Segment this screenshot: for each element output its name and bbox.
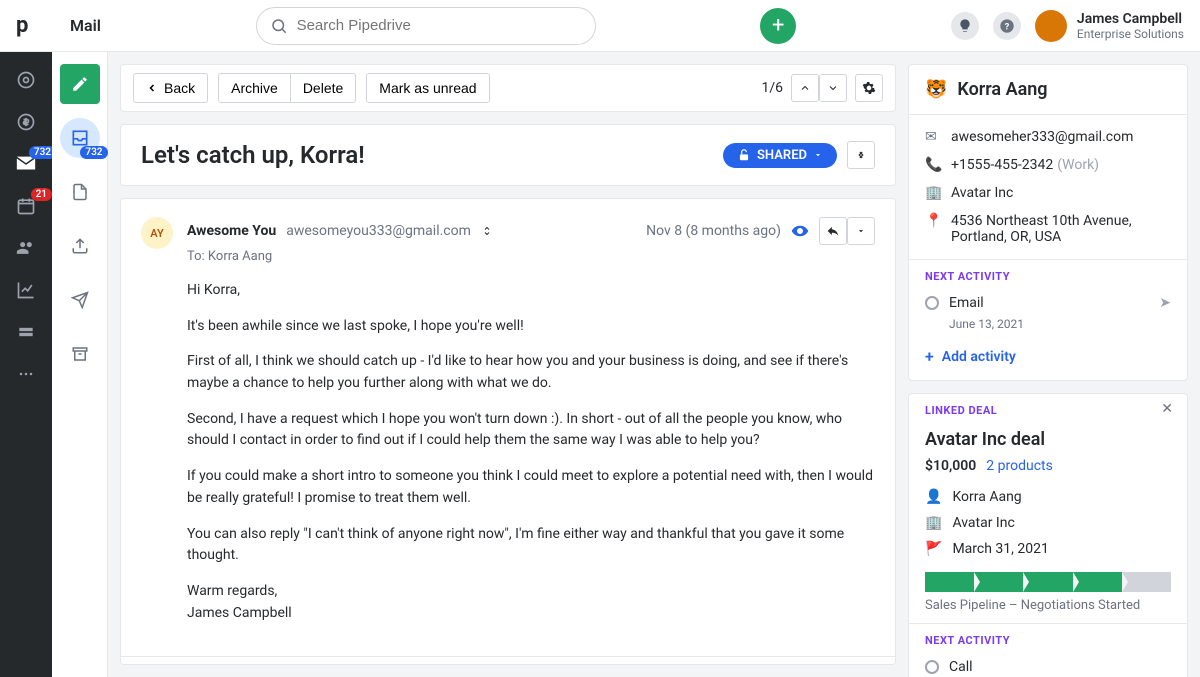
- contact-name[interactable]: Korra Aang: [957, 79, 1047, 100]
- deal-date: March 31, 2021: [952, 541, 1048, 557]
- flag-icon: 🚩: [925, 541, 942, 557]
- sender-email: awesomeyou333@gmail.com: [286, 223, 471, 239]
- send-icon[interactable]: ➤: [1159, 295, 1171, 311]
- user-name: James Campbell: [1077, 11, 1184, 27]
- message-date: Nov 8 (8 months ago): [646, 223, 781, 239]
- activity-item[interactable]: Email ➤: [909, 289, 1187, 317]
- shared-button[interactable]: SHARED: [723, 143, 837, 168]
- topbar: p Mail + ? James Campbell Enterprise Sol…: [0, 0, 1200, 52]
- deal-org[interactable]: Avatar Inc: [952, 515, 1014, 531]
- user-menu[interactable]: James Campbell Enterprise Solutions: [1035, 10, 1184, 42]
- message-item: AY Awesome You awesomeyou333@gmail.com N…: [121, 199, 895, 657]
- message-list: AY Awesome You awesomeyou333@gmail.com N…: [120, 198, 896, 665]
- reply-button[interactable]: [819, 217, 847, 245]
- archive-button[interactable]: Archive: [218, 73, 291, 103]
- mail-subrail: 732: [52, 52, 108, 677]
- deal-products-link[interactable]: 2 products: [986, 458, 1053, 474]
- phone-icon: 📞: [925, 157, 941, 173]
- archive-nav-button[interactable]: [60, 334, 100, 374]
- pipeline-label: Sales Pipeline – Negotiations Started: [909, 596, 1187, 623]
- sent-button[interactable]: [60, 280, 100, 320]
- tracked-icon[interactable]: [791, 222, 809, 240]
- pipeline-stages[interactable]: [909, 562, 1187, 596]
- drafts-button[interactable]: [60, 172, 100, 212]
- deal-title[interactable]: Avatar Inc deal: [909, 423, 1187, 456]
- unlink-deal-button[interactable]: ✕: [1161, 401, 1173, 417]
- reply-menu-button[interactable]: [847, 217, 875, 245]
- mark-unread-button[interactable]: Mark as unread: [366, 73, 489, 103]
- sender-name: Awesome You: [187, 223, 276, 239]
- sender-avatar: AY: [141, 217, 173, 249]
- tips-icon[interactable]: [951, 12, 979, 40]
- person-icon: 👤: [925, 489, 942, 505]
- message-body: Hi Korra,It's been awhile since we last …: [187, 280, 875, 624]
- compose-button[interactable]: [60, 64, 100, 104]
- search-icon: [270, 17, 288, 35]
- products-icon[interactable]: [14, 320, 38, 344]
- deal-person[interactable]: Korra Aang: [952, 489, 1021, 505]
- app-logo[interactable]: p: [16, 13, 52, 38]
- contacts-icon[interactable]: [14, 236, 38, 260]
- add-activity-button[interactable]: +Add activity: [909, 339, 1187, 380]
- subject-bar: Let's catch up, Korra! SHARED: [120, 124, 896, 186]
- settings-button[interactable]: [855, 74, 883, 102]
- deal-value: $10,000: [925, 458, 976, 474]
- activity-item[interactable]: Call: [909, 653, 1187, 677]
- inbox-badge: 732: [80, 146, 107, 159]
- next-button[interactable]: [819, 74, 847, 102]
- inbox-button[interactable]: 732: [60, 118, 100, 158]
- linked-deal-title: LINKED DEAL: [909, 394, 1013, 423]
- calendar-icon[interactable]: 21: [14, 194, 38, 218]
- collapse-button[interactable]: [847, 141, 875, 169]
- back-button[interactable]: Back: [133, 73, 208, 103]
- delete-button[interactable]: Delete: [291, 73, 356, 103]
- insights-icon[interactable]: [14, 278, 38, 302]
- contact-email[interactable]: awesomeher333@gmail.com: [951, 129, 1133, 145]
- thread-position: 1/6: [761, 80, 783, 96]
- search-input[interactable]: [256, 7, 596, 45]
- thread-toolbar: Back Archive Delete Mark as unread 1/6: [120, 64, 896, 112]
- expand-details-icon[interactable]: [481, 224, 493, 238]
- email-icon: ✉: [925, 129, 941, 145]
- message-to: To: Korra Aang: [187, 249, 875, 264]
- thread-subject: Let's catch up, Korra!: [141, 141, 365, 169]
- contact-avatar-icon: 🐯: [925, 79, 947, 100]
- mail-icon[interactable]: 732: [14, 152, 38, 176]
- activity-date: June 13, 2021: [933, 317, 1187, 339]
- compose-fab[interactable]: +: [760, 8, 796, 44]
- deal-next-activity-title: NEXT ACTIVITY: [909, 624, 1187, 653]
- contact-address: 4536 Northeast 10th Avenue, Portland, OR…: [951, 213, 1171, 245]
- building-icon: 🏢: [925, 515, 942, 531]
- help-icon[interactable]: ?: [993, 12, 1021, 40]
- contact-sidebar: 🐯 Korra Aang ✉ awesomeher333@gmail.com 📞 +…: [908, 52, 1200, 677]
- avatar: [1035, 10, 1067, 42]
- outbox-button[interactable]: [60, 226, 100, 266]
- prev-button[interactable]: [791, 74, 819, 102]
- user-subtitle: Enterprise Solutions: [1077, 27, 1184, 41]
- phone-label: (Work): [1057, 157, 1099, 173]
- radio-icon[interactable]: [925, 296, 939, 310]
- deals-icon[interactable]: [14, 110, 38, 134]
- nav-rail: 732 21: [0, 52, 52, 677]
- contact-company[interactable]: Avatar Inc: [951, 185, 1013, 201]
- focus-icon[interactable]: [14, 68, 38, 92]
- message-item: KA Korra Aang awesomeher333@gmail.com No…: [121, 657, 895, 665]
- contact-phone[interactable]: +1555-455-2342: [951, 157, 1053, 173]
- building-icon: 🏢: [925, 185, 941, 201]
- calendar-badge: 21: [31, 188, 52, 201]
- page-title: Mail: [70, 16, 101, 35]
- radio-icon[interactable]: [925, 660, 939, 674]
- pin-icon: 📍: [925, 213, 941, 229]
- more-icon[interactable]: [14, 362, 38, 386]
- svg-text:?: ?: [1005, 21, 1010, 32]
- next-activity-title: NEXT ACTIVITY: [909, 260, 1187, 289]
